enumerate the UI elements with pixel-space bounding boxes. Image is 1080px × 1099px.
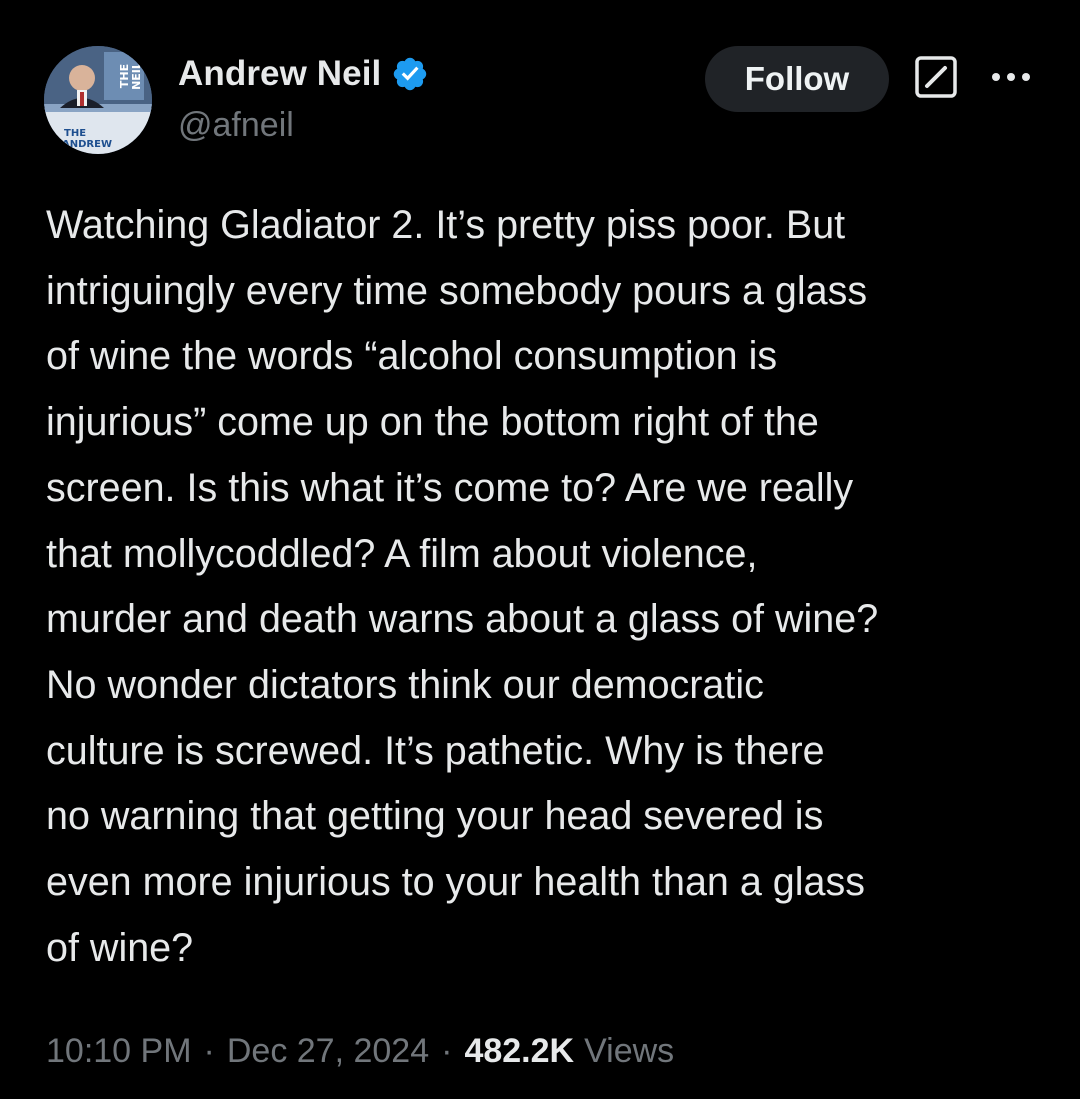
author-handle[interactable]: @afneil [178, 106, 294, 145]
author-name-row: Andrew Neil [178, 52, 429, 96]
grok-icon[interactable] [914, 55, 958, 99]
meta-separator: · [441, 1031, 453, 1070]
more-options-icon[interactable] [990, 64, 1032, 90]
author-display-name[interactable]: Andrew Neil [178, 54, 381, 94]
tweet-meta: 10:10 PM · Dec 27, 2024 · 482.2K Views [46, 1028, 674, 1074]
views-count[interactable]: 482.2K [464, 1032, 574, 1071]
tweet-date[interactable]: Dec 27, 2024 [227, 1032, 429, 1071]
verified-badge-icon [391, 55, 429, 93]
tweet-time[interactable]: 10:10 PM [46, 1032, 192, 1071]
svg-text:NEIL: NEIL [130, 62, 143, 90]
views-label[interactable]: Views [584, 1032, 674, 1071]
meta-separator: · [203, 1031, 215, 1070]
avatar[interactable]: THE NEIL THE ANDREW [44, 46, 152, 154]
svg-text:ANDREW: ANDREW [62, 139, 112, 150]
svg-text:THE: THE [64, 128, 86, 139]
tweet-text: Watching Gladiator 2. It’s pretty piss p… [46, 203, 879, 970]
tweet-card: THE NEIL THE ANDREW Andrew Neil @afneil … [0, 0, 1080, 1099]
follow-button[interactable]: Follow [705, 46, 889, 112]
